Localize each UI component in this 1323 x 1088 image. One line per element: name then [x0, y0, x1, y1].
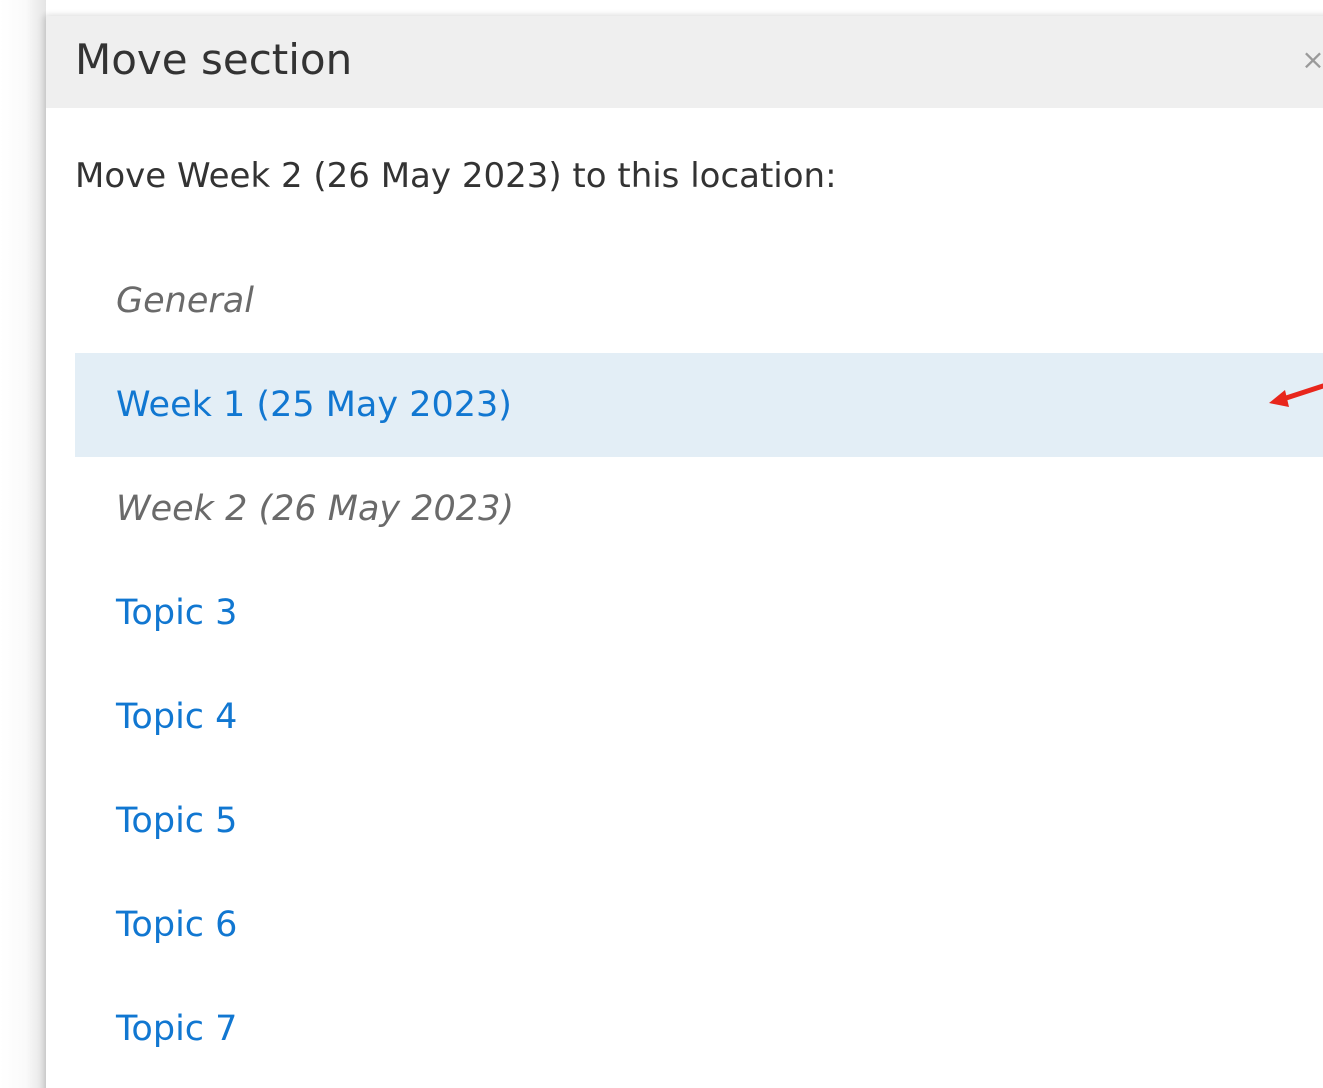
- backdrop: [0, 0, 46, 1088]
- section-link-topic-3[interactable]: Topic 3: [116, 587, 237, 639]
- list-item[interactable]: Topic 4: [75, 665, 1323, 769]
- section-link-topic-5[interactable]: Topic 5: [116, 795, 237, 847]
- section-link-topic-6[interactable]: Topic 6: [116, 899, 237, 951]
- move-section-dialog: Move section × Move Week 2 (26 May 2023)…: [46, 16, 1323, 1088]
- page: Move section × Move Week 2 (26 May 2023)…: [0, 0, 1323, 1088]
- section-list: General Week 1 (25 May 2023) Week 2 (26 …: [75, 249, 1323, 1081]
- section-link-topic-4[interactable]: Topic 4: [116, 691, 237, 743]
- close-button[interactable]: ×: [1298, 40, 1323, 80]
- dialog-header: Move section ×: [46, 16, 1323, 108]
- section-link-week-1[interactable]: Week 1 (25 May 2023): [116, 379, 512, 431]
- list-item[interactable]: Topic 3: [75, 561, 1323, 665]
- section-week-2-current: Week 2 (26 May 2023): [116, 489, 514, 529]
- section-general: General: [116, 281, 254, 321]
- dialog-title: Move section: [75, 35, 353, 84]
- close-icon[interactable]: ×: [1301, 43, 1323, 76]
- list-item[interactable]: Topic 6: [75, 873, 1323, 977]
- list-item: Week 2 (26 May 2023): [75, 457, 1323, 561]
- list-item[interactable]: Topic 7: [75, 977, 1323, 1081]
- move-instruction: Move Week 2 (26 May 2023) to this locati…: [75, 156, 837, 196]
- list-item: General: [75, 249, 1323, 353]
- red-arrow-icon: [1269, 383, 1323, 407]
- section-link-topic-7[interactable]: Topic 7: [116, 1003, 237, 1055]
- list-item[interactable]: Week 1 (25 May 2023): [75, 353, 1323, 457]
- list-item[interactable]: Topic 5: [75, 769, 1323, 873]
